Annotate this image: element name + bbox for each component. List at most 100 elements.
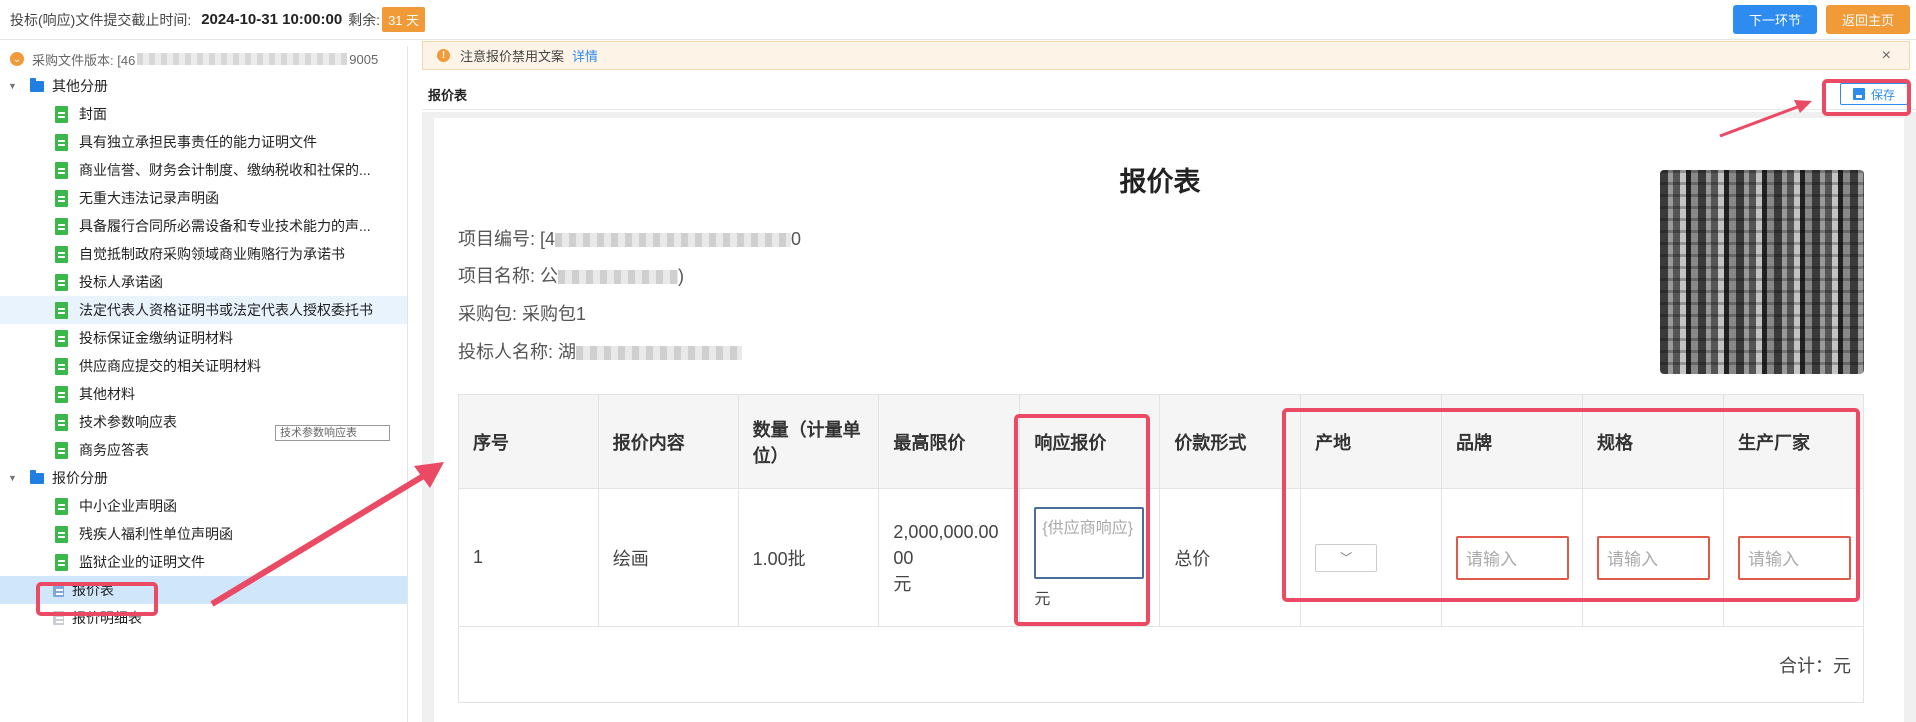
tree-item-label: 具备履行合同所必需设备和专业技术能力的声... [79,218,371,234]
project-number-line: 项目编号: [4 0 [458,225,801,251]
tree-item[interactable]: 具有独立承担民事责任的能力证明文件 [0,128,407,156]
notice-details-link[interactable]: 详情 [572,46,598,65]
project-name-label: 项目名称: [458,266,536,286]
tree-item-label: 自觉抵制政府采购领域商业贿赂行为承诺书 [79,246,345,262]
document-icon [55,413,68,431]
document-icon [55,329,68,347]
origin-select[interactable]: ﹀ [1315,543,1378,572]
row-price-form: 总价 [1159,488,1302,627]
tree-item-label: 法定代表人资格证明书或法定代表人授权委托书 [79,302,373,318]
tree-item-active[interactable]: 报价表 [0,576,407,604]
project-number-label: 项目编号: [458,229,536,249]
document-icon [55,357,68,375]
remaining-days-badge: 31 天 [382,7,426,32]
document-icon [55,301,68,319]
redacted-mask [137,53,348,65]
return-home-button[interactable]: 返回主页 [1826,5,1910,34]
folder-icon [30,77,44,92]
column-header: 响应报价 [1019,394,1161,489]
quote-table: 序号 报价内容 数量（计量单位） 最高限价 响应报价 价款形式 产地 品牌 规格… [458,394,1865,703]
close-icon[interactable]: × [1882,47,1891,65]
tree-item-label: 具有独立承担民事责任的能力证明文件 [79,134,317,150]
folder-icon [30,469,44,484]
tree-item[interactable]: 残疾人福利性单位声明函 [0,520,407,548]
bidder-label: 投标人名称: [458,342,554,362]
column-header: 序号 [458,394,599,489]
document-icon [55,273,68,291]
tree-item[interactable]: 报价明细表 [0,604,407,632]
document-icon [55,385,68,403]
tree-item[interactable]: 中小企业声明函 [0,492,407,520]
tree-group-other[interactable]: ▼ 其他分册 [0,72,407,100]
tree-item-label: 其他材料 [79,386,135,402]
tree-group-pricing[interactable]: ▼ 报价分册 [0,464,407,492]
row-index: 1 [458,488,599,627]
total-label: 合计：元 [458,626,1864,703]
qr-code [1660,170,1864,374]
remaining-label: 剩余: [348,11,381,28]
save-label: 保存 [1870,87,1895,102]
tree-item[interactable]: 投标保证金缴纳证明材料 [0,324,407,352]
tree-item[interactable]: 监狱企业的证明文件 [0,548,407,576]
document-icon [55,217,68,235]
tree-item[interactable]: 无重大违法记录声明函 [0,184,407,212]
document-icon [55,497,68,515]
bidder-line: 投标人名称: 湖 [458,338,743,364]
tree-item-label: 监狱企业的证明文件 [79,554,205,570]
next-step-button[interactable]: 下一环节 [1733,5,1817,34]
column-header: 产地 [1300,394,1443,489]
max-price-value: 2,000,000.0000 [893,521,999,568]
tree-item-label: 商业信誉、财务会计制度、缴纳税收和社保的... [79,162,371,178]
tree-item[interactable]: 法定代表人资格证明书或法定代表人授权委托书 [0,296,407,324]
tree-item[interactable]: 供应商应提交的相关证明材料 [0,352,407,380]
sheet-tab-header: 报价表 [422,80,1916,110]
brand-input[interactable]: 请输入 [1456,535,1570,580]
price-notice-bar: ! 注意报价禁用文案 详情 × [422,41,1910,70]
manufacturer-input[interactable]: 请输入 [1737,535,1851,580]
document-icon [55,105,68,123]
version-label: 采购文件版本: [46 [32,52,136,68]
spec-input[interactable]: 请输入 [1597,535,1710,580]
top-bar: 投标(响应)文件提交截止时间: 2024-10-31 10:00:00 剩余: … [0,0,1916,40]
caret-down-icon[interactable]: ▼ [8,81,18,91]
tree-item[interactable]: 投标人承诺函 [0,268,407,296]
procurement-version-row: ⌄ 采购文件版本: [46 9005 [0,46,407,72]
document-icon [55,189,68,207]
document-icon [53,611,64,625]
tree-group-label: 报价分册 [52,470,108,486]
deadline-value: 2024-10-31 10:00:00 [201,11,343,28]
row-content: 绘画 [597,488,739,627]
chevron-down-icon[interactable]: ⌄ [10,52,24,66]
tree-item[interactable]: 自觉抵制政府采购领域商业贿赂行为承诺书 [0,240,407,268]
tree-group-label: 其他分册 [52,78,108,94]
tree-item[interactable]: 封面 [0,100,407,128]
project-name-prefix: 公 [540,266,559,286]
row-manufacturer: 请输入 [1722,488,1865,627]
column-header: 规格 [1582,394,1724,489]
document-icon [55,133,68,151]
package-line: 采购包: 采购包1 [458,300,586,326]
tree-item[interactable]: 其他材料 [0,380,407,408]
redacted-mask [555,233,792,248]
response-price-input[interactable]: {供应商响应} [1034,506,1145,579]
tree-item-label: 报价表 [72,582,114,598]
page-title: 报价表 [1119,167,1201,197]
sheet-tab-title: 报价表 [428,88,468,103]
caret-down-icon[interactable]: ▼ [8,473,18,483]
row-spec: 请输入 [1582,488,1724,627]
row-response-price: {供应商响应} 元 [1019,488,1161,627]
tree-item-label: 残疾人福利性单位声明函 [79,526,233,542]
table-row: 1 绘画 1.00批 2,000,000.0000 元 {供应商响应} 元 总价… [458,488,1865,627]
document-icon [53,583,64,597]
tree-item-label: 投标保证金缴纳证明材料 [79,330,233,346]
project-number-suffix: 0 [791,229,802,249]
tree-item[interactable]: 具备履行合同所必需设备和专业技术能力的声... [0,212,407,240]
bidder-prefix: 湖 [558,342,577,362]
tree-item[interactable]: 商业信誉、财务会计制度、缴纳税收和社保的... [0,156,407,184]
max-price-unit: 元 [893,573,912,594]
column-header: 最高限价 [878,394,1021,489]
chevron-down-icon: ﹀ [1340,551,1353,565]
row-max-price: 2,000,000.0000 元 [878,488,1021,627]
notice-text: 注意报价禁用文案 [460,49,565,64]
save-button[interactable]: 保存 [1840,83,1908,105]
